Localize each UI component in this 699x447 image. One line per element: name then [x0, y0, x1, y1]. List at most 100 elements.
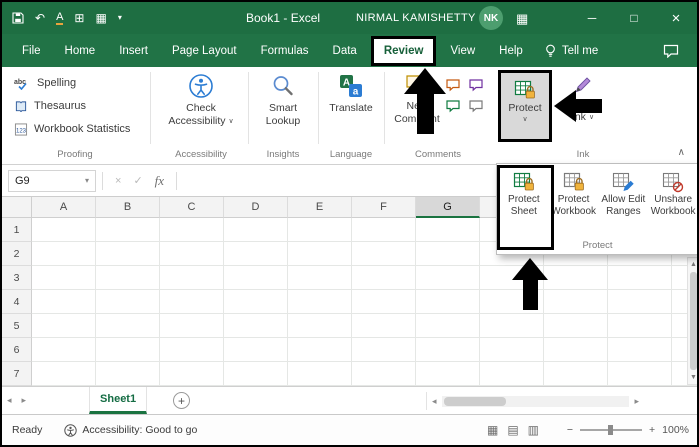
tell-me[interactable]: Tell me: [545, 44, 598, 58]
sheet-nav-left-icon[interactable]: ◂: [7, 395, 12, 406]
cell[interactable]: [288, 290, 352, 314]
tab-home[interactable]: Home: [53, 34, 108, 67]
tab-formulas[interactable]: Formulas: [249, 34, 321, 67]
cell[interactable]: [96, 242, 160, 266]
cell[interactable]: [160, 362, 224, 386]
row-header-1[interactable]: 1: [2, 218, 32, 242]
customize-qat-icon[interactable]: ▾: [118, 14, 122, 22]
sheet-nav-right-icon[interactable]: ▸: [22, 395, 27, 406]
cell[interactable]: [416, 362, 480, 386]
collapse-ribbon-icon[interactable]: ∧: [678, 147, 685, 158]
cell[interactable]: [224, 362, 288, 386]
cell[interactable]: [544, 314, 608, 338]
cell[interactable]: [352, 314, 416, 338]
cell[interactable]: [224, 338, 288, 362]
page-layout-view-icon[interactable]: ▤: [507, 423, 518, 437]
scroll-down-icon[interactable]: ▼: [690, 371, 697, 384]
vertical-scroll-thumb[interactable]: [690, 272, 697, 370]
scroll-right-icon[interactable]: ▸: [634, 396, 639, 407]
cell[interactable]: [288, 242, 352, 266]
maximize-button[interactable]: □: [613, 2, 655, 34]
insert-function-icon[interactable]: fx: [155, 173, 164, 189]
cell[interactable]: [288, 362, 352, 386]
zoom-out-icon[interactable]: −: [567, 424, 573, 436]
row-header-7[interactable]: 7: [2, 362, 32, 386]
comments-panel-icon[interactable]: [663, 44, 679, 58]
cell[interactable]: [608, 314, 672, 338]
cell[interactable]: [224, 314, 288, 338]
cell[interactable]: [480, 362, 544, 386]
column-header-A[interactable]: A: [32, 197, 96, 218]
cell[interactable]: [416, 266, 480, 290]
cell[interactable]: [160, 314, 224, 338]
cell[interactable]: [288, 338, 352, 362]
add-sheet-button[interactable]: +: [173, 392, 190, 409]
cell[interactable]: [288, 218, 352, 242]
page-break-view-icon[interactable]: ▥: [528, 423, 539, 437]
cell[interactable]: [288, 314, 352, 338]
tab-help[interactable]: Help: [487, 34, 535, 67]
cell[interactable]: [96, 362, 160, 386]
cell[interactable]: [544, 266, 608, 290]
table-icon[interactable]: ⊞: [74, 12, 84, 24]
sheet-tab-sheet1[interactable]: Sheet1: [89, 387, 147, 414]
cell[interactable]: [32, 314, 96, 338]
avatar[interactable]: NK: [479, 6, 503, 30]
cell[interactable]: [416, 290, 480, 314]
cell[interactable]: [416, 242, 480, 266]
column-header-G[interactable]: G: [416, 197, 480, 218]
cell[interactable]: [32, 218, 96, 242]
zoom-slider[interactable]: [580, 429, 642, 431]
cell[interactable]: [224, 218, 288, 242]
borders-icon[interactable]: ▦: [95, 12, 106, 24]
cell[interactable]: [32, 338, 96, 362]
close-button[interactable]: ×: [655, 2, 697, 34]
cell[interactable]: [544, 290, 608, 314]
tab-file[interactable]: File: [10, 34, 53, 67]
column-header-F[interactable]: F: [352, 197, 416, 218]
cell[interactable]: [160, 218, 224, 242]
column-header-D[interactable]: D: [224, 197, 288, 218]
allow-edit-ranges-button[interactable]: Allow Edit Ranges: [599, 167, 649, 218]
unshare-workbook-button[interactable]: Unshare Workbook: [648, 167, 698, 218]
cell[interactable]: [160, 290, 224, 314]
tab-review[interactable]: Review: [371, 36, 437, 66]
zoom-in-icon[interactable]: +: [649, 424, 655, 436]
cell[interactable]: [224, 242, 288, 266]
cell[interactable]: [352, 338, 416, 362]
name-box-arrow-icon[interactable]: ▾: [85, 177, 89, 185]
spelling-button[interactable]: abc Spelling: [14, 75, 76, 91]
thesaurus-button[interactable]: Thesaurus: [14, 98, 86, 114]
cell[interactable]: [352, 242, 416, 266]
tab-page-layout[interactable]: Page Layout: [160, 34, 249, 67]
tab-view[interactable]: View: [438, 34, 487, 67]
cell[interactable]: [416, 338, 480, 362]
zoom-slider-thumb[interactable]: [608, 425, 613, 435]
column-header-B[interactable]: B: [96, 197, 160, 218]
select-all-corner[interactable]: [2, 197, 32, 218]
cell[interactable]: [96, 314, 160, 338]
cell[interactable]: [352, 266, 416, 290]
smart-lookup-button[interactable]: Smart Lookup: [252, 73, 314, 128]
protect-dropdown-button[interactable]: Protect ∨: [498, 70, 552, 142]
row-header-3[interactable]: 3: [2, 266, 32, 290]
cell[interactable]: [32, 266, 96, 290]
row-header-4[interactable]: 4: [2, 290, 32, 314]
undo-icon[interactable]: ↶: [35, 12, 45, 24]
normal-view-icon[interactable]: ▦: [487, 423, 498, 437]
cell[interactable]: [608, 266, 672, 290]
cell[interactable]: [96, 290, 160, 314]
account-name[interactable]: NIRMAL KAMISHETTY: [356, 12, 476, 24]
minimize-button[interactable]: ─: [571, 2, 613, 34]
cell[interactable]: [608, 290, 672, 314]
row-header-5[interactable]: 5: [2, 314, 32, 338]
translate-button[interactable]: Aa Translate: [322, 73, 380, 115]
accessibility-status[interactable]: Accessibility: Good to go: [64, 424, 197, 437]
cell[interactable]: [160, 242, 224, 266]
cell[interactable]: [224, 290, 288, 314]
previous-comment-icon[interactable]: [469, 79, 486, 94]
cell[interactable]: [96, 338, 160, 362]
horizontal-scroll-track[interactable]: [442, 396, 630, 407]
zoom-level[interactable]: 100%: [662, 424, 689, 436]
enter-icon[interactable]: ✓: [133, 174, 142, 187]
